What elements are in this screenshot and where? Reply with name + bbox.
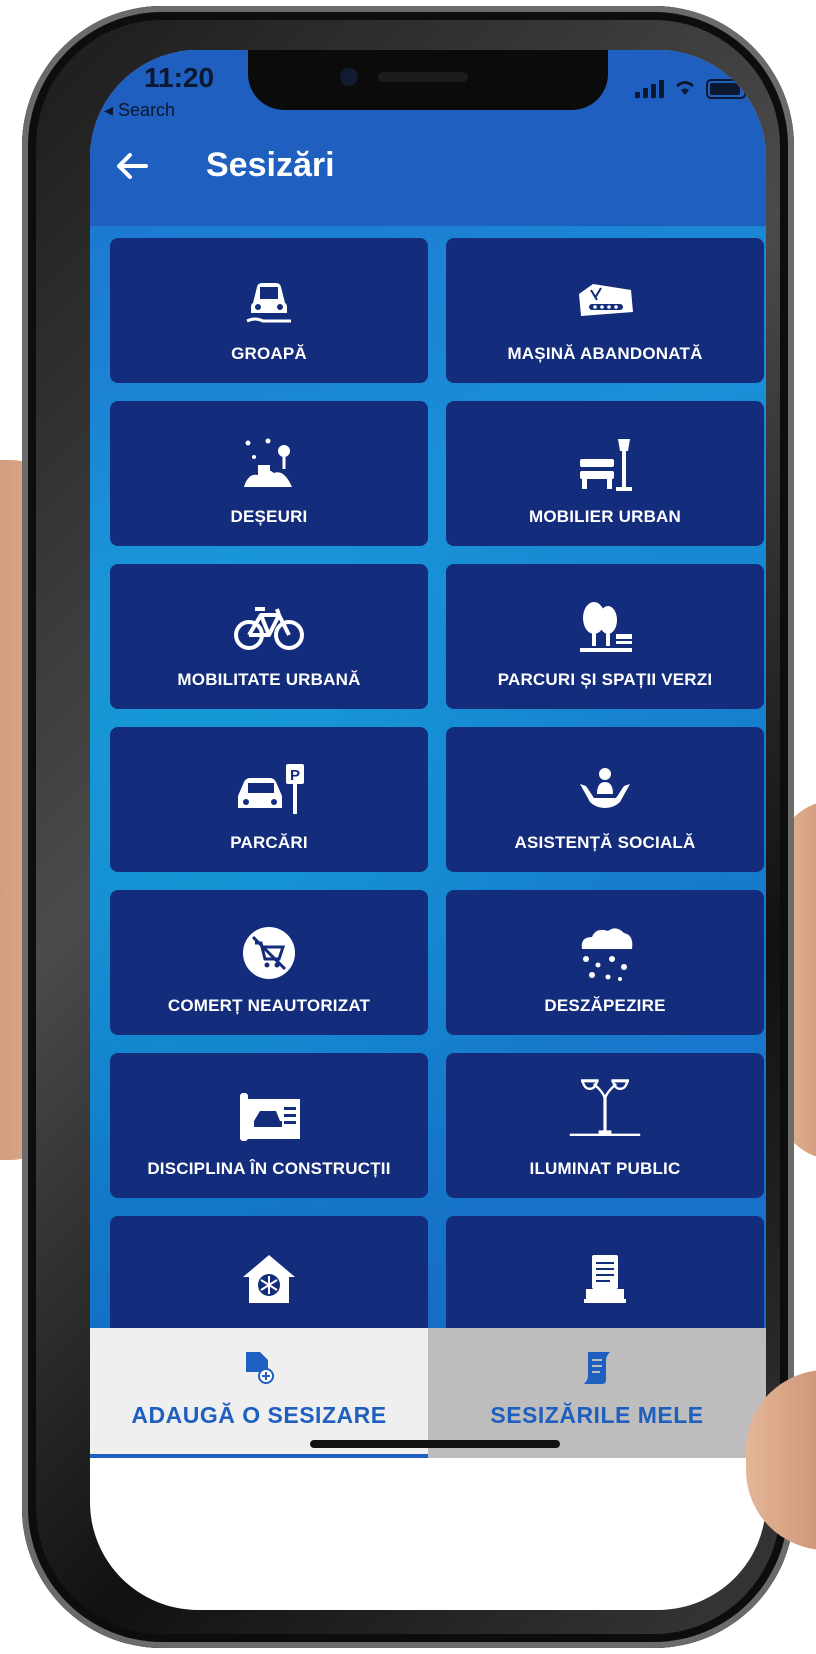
category-tile-iluminat-public[interactable]: ILUMINAT PUBLIC	[446, 1053, 764, 1198]
category-label: COMERȚ NEAUTORIZAT	[167, 996, 371, 1015]
car-pothole-icon	[229, 266, 309, 336]
document-tray-icon	[565, 1244, 645, 1314]
parking-car-icon: P	[229, 755, 309, 825]
abandoned-car-icon	[565, 266, 645, 336]
category-label: DESZĂPEZIRE	[544, 996, 666, 1015]
scroll-icon	[580, 1350, 614, 1386]
category-tile-masina-abandonata[interactable]: MAȘINĂ ABANDONATĂ	[446, 238, 764, 383]
category-label: GROAPĂ	[231, 344, 307, 363]
street-lamp-icon	[565, 1079, 645, 1151]
category-label: DISCIPLINA ÎN CONSTRUCȚII	[147, 1159, 391, 1178]
trees-bench-icon	[565, 592, 645, 662]
category-tile-comert-neautorizat[interactable]: COMERȚ NEAUTORIZAT	[110, 890, 428, 1035]
wifi-icon	[674, 78, 696, 99]
category-label: MOBILIER URBAN	[528, 507, 681, 526]
no-cart-icon	[229, 918, 309, 988]
add-document-icon	[244, 1350, 274, 1386]
category-label: MAȘINĂ ABANDONATĂ	[507, 344, 703, 363]
category-label: MOBILITATE URBANĂ	[177, 670, 361, 689]
page-title: Sesizări	[206, 146, 335, 184]
category-label: PARCĂRI	[230, 833, 308, 852]
category-label: ASISTENȚĂ SOCIALĂ	[514, 833, 696, 852]
category-grid: GROAPĂ MAȘINĂ ABANDONATĂ DEȘEURI MOBILIE…	[110, 238, 766, 1361]
category-label: DEȘEURI	[230, 507, 308, 526]
tab-label: SESIZĂRILE MELE	[490, 1402, 704, 1428]
category-label: ILUMINAT PUBLIC	[529, 1159, 681, 1178]
house-snowflake-icon	[229, 1244, 309, 1314]
snow-cloud-icon	[565, 918, 645, 988]
status-time: 11:20	[144, 62, 215, 93]
speaker-grille	[378, 72, 468, 82]
tab-add-sesizare[interactable]: ADAUGĂ O SESIZARE	[90, 1328, 428, 1458]
bench-lamp-icon	[565, 429, 645, 499]
tab-my-sesizari[interactable]: SESIZĂRILE MELE	[428, 1328, 766, 1458]
category-tile-deszapezire[interactable]: DESZĂPEZIRE	[446, 890, 764, 1035]
category-tile-deseuri[interactable]: DEȘEURI	[110, 401, 428, 546]
signal-icon	[635, 79, 664, 98]
category-tile-mobilier-urban[interactable]: MOBILIER URBAN	[446, 401, 764, 546]
svg-text:P: P	[290, 767, 300, 784]
phone-screen: 11:20 ◂ Search Sesizări GROAPĂ MAȘINĂ AB…	[90, 50, 766, 1610]
bicycle-icon	[229, 592, 309, 662]
category-tile-parcari[interactable]: P PARCĂRI	[110, 727, 428, 872]
category-tile-asistenta-sociala[interactable]: ASISTENȚĂ SOCIALĂ	[446, 727, 764, 872]
category-tile-groapa[interactable]: GROAPĂ	[110, 238, 428, 383]
battery-icon	[706, 78, 746, 99]
category-tile-parcuri[interactable]: PARCURI ȘI SPAȚII VERZI	[446, 564, 764, 709]
home-indicator	[310, 1440, 560, 1448]
status-back-link[interactable]: ◂ Search	[104, 100, 175, 121]
hands-person-icon	[565, 755, 645, 825]
waste-icon	[229, 429, 309, 499]
app-bar: 11:20 ◂ Search Sesizări	[90, 50, 766, 226]
notch	[248, 50, 608, 110]
category-tile-mobilitate-urbana[interactable]: MOBILITATE URBANĂ	[110, 564, 428, 709]
tab-label: ADAUGĂ O SESIZARE	[131, 1402, 387, 1428]
category-tile-disciplina-constructii[interactable]: DISCIPLINA ÎN CONSTRUCȚII	[110, 1053, 428, 1198]
status-icons	[635, 78, 746, 99]
blueprint-icon	[229, 1081, 309, 1151]
camera-icon	[340, 68, 358, 86]
category-label: PARCURI ȘI SPAȚII VERZI	[497, 670, 713, 689]
bottom-tab-bar: ADAUGĂ O SESIZARE SESIZĂRILE MELE	[90, 1328, 766, 1458]
back-arrow-icon[interactable]	[112, 146, 152, 186]
phone-frame: 11:20 ◂ Search Sesizări GROAPĂ MAȘINĂ AB…	[22, 6, 794, 1648]
